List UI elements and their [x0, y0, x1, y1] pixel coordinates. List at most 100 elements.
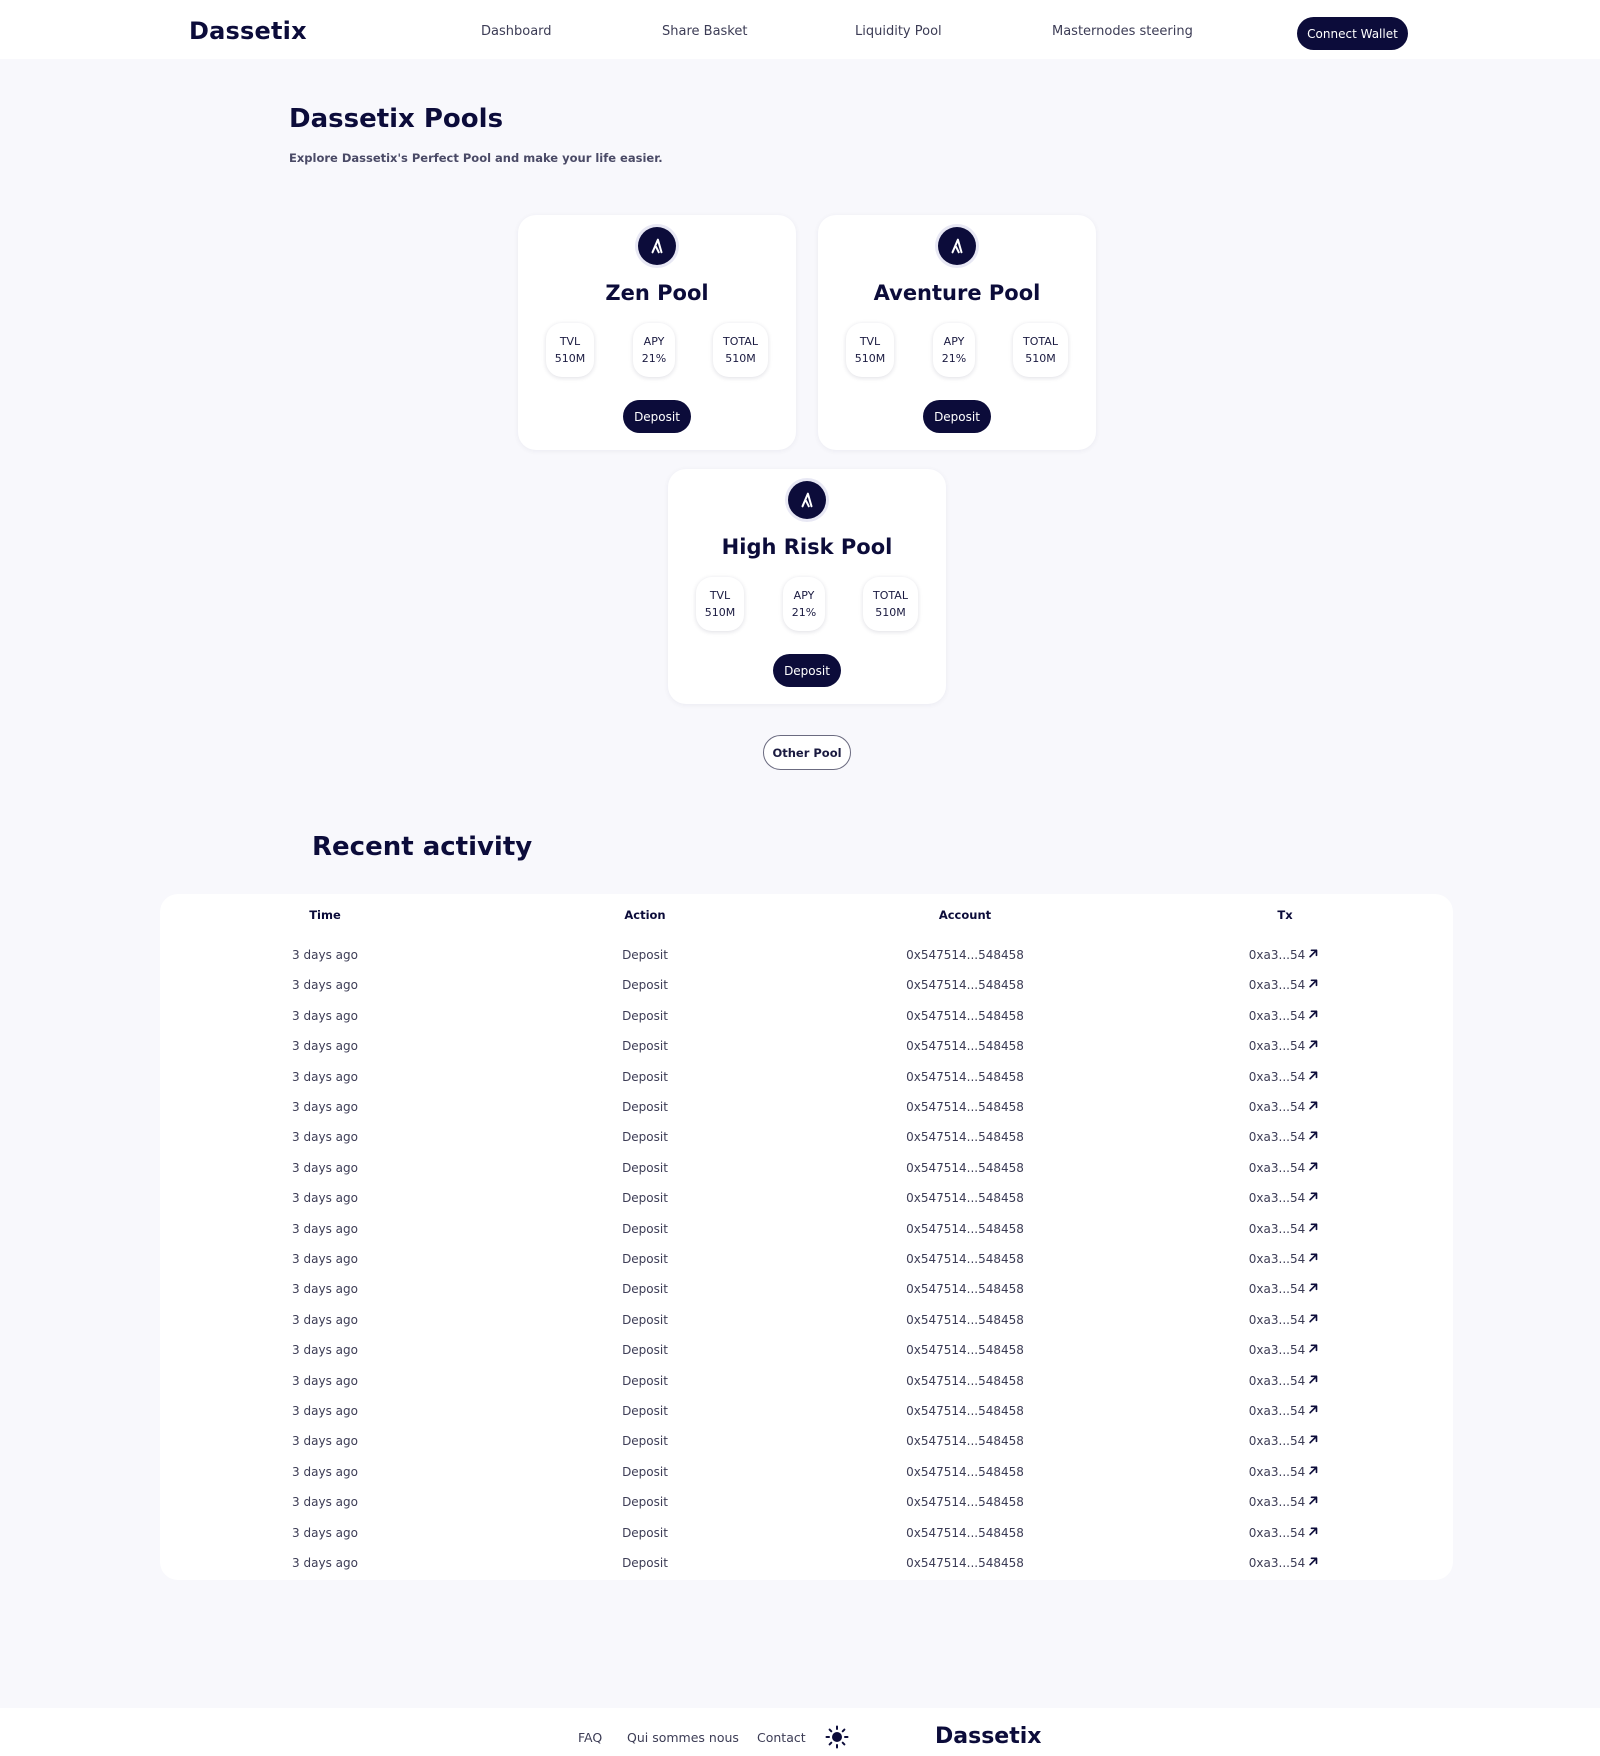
tx-hash: 0xa3...54	[1248, 1434, 1306, 1448]
nav-share-basket[interactable]: Share Basket	[662, 24, 747, 39]
cell-time: 3 days ago	[292, 978, 358, 992]
cell-tx-link[interactable]: 0xa3...54	[1249, 1222, 1319, 1236]
cell-action: Deposit	[622, 948, 668, 962]
cell-tx-link[interactable]: 0xa3...54	[1249, 948, 1319, 962]
cell-account: 0x547514...548458	[906, 1222, 1024, 1236]
cell-tx-link[interactable]: 0xa3...54	[1249, 1100, 1319, 1114]
tx-hash: 0xa3...54	[1248, 1343, 1306, 1357]
stat-label: TVL	[859, 335, 881, 348]
cell-time: 3 days ago	[292, 1343, 358, 1357]
cell-tx-link[interactable]: 0xa3...54	[1249, 1252, 1319, 1266]
stat-apy: APY 21%	[633, 323, 675, 377]
stat-value: 510M	[554, 352, 586, 365]
external-link-arrow-icon	[1308, 1070, 1319, 1084]
column-header-action: Action	[624, 908, 666, 922]
cell-tx-link[interactable]: 0xa3...54	[1249, 1556, 1319, 1570]
external-link-arrow-icon	[1308, 1191, 1319, 1205]
cell-tx-link[interactable]: 0xa3...54	[1249, 1526, 1319, 1540]
cell-action: Deposit	[622, 1222, 668, 1236]
cell-tx-link[interactable]: 0xa3...54	[1249, 1434, 1319, 1448]
cell-action: Deposit	[622, 1374, 668, 1388]
cell-time: 3 days ago	[292, 1404, 358, 1418]
deposit-button[interactable]: Deposit	[623, 400, 691, 433]
cell-time: 3 days ago	[292, 1100, 358, 1114]
cell-action: Deposit	[622, 1039, 668, 1053]
cell-time: 3 days ago	[292, 1222, 358, 1236]
tx-hash: 0xa3...54	[1248, 1161, 1306, 1175]
tx-hash: 0xa3...54	[1248, 1070, 1306, 1084]
cell-tx-link[interactable]: 0xa3...54	[1249, 1404, 1319, 1418]
tx-hash: 0xa3...54	[1248, 1495, 1306, 1509]
cell-tx-link[interactable]: 0xa3...54	[1249, 1161, 1319, 1175]
cell-tx-link[interactable]: 0xa3...54	[1249, 1039, 1319, 1053]
nav-masternodes-steering[interactable]: Masternodes steering	[1052, 24, 1193, 39]
pool-name: High Risk Pool	[721, 535, 893, 559]
deposit-button[interactable]: Deposit	[923, 400, 991, 433]
pool-card-high-risk: High Risk Pool TVL 510M APY 21% TOTAL 51…	[668, 469, 946, 704]
cell-account: 0x547514...548458	[906, 1343, 1024, 1357]
footer-link-about[interactable]: Qui sommes nous	[627, 1730, 739, 1745]
external-link-arrow-icon	[1308, 1009, 1319, 1023]
page-title: Dassetix Pools	[289, 104, 504, 134]
cell-tx-link[interactable]: 0xa3...54	[1249, 1495, 1319, 1509]
cell-tx-link[interactable]: 0xa3...54	[1249, 1191, 1319, 1205]
tx-hash: 0xa3...54	[1248, 948, 1306, 962]
cell-time: 3 days ago	[292, 1282, 358, 1296]
footer-link-faq[interactable]: FAQ	[578, 1730, 602, 1745]
footer-logo[interactable]: Dassetix	[935, 1724, 1041, 1749]
external-link-arrow-icon	[1308, 1100, 1319, 1114]
cell-account: 0x547514...548458	[906, 1161, 1024, 1175]
nav-liquidity-pool[interactable]: Liquidity Pool	[855, 24, 942, 39]
deposit-button[interactable]: Deposit	[773, 654, 841, 687]
stat-total: TOTAL 510M	[1013, 323, 1068, 377]
nav-dashboard[interactable]: Dashboard	[481, 24, 552, 39]
cell-action: Deposit	[622, 1161, 668, 1175]
cell-account: 0x547514...548458	[906, 1495, 1024, 1509]
cell-account: 0x547514...548458	[906, 1130, 1024, 1144]
footer-link-contact[interactable]: Contact	[757, 1730, 806, 1745]
cell-account: 0x547514...548458	[906, 1100, 1024, 1114]
connect-wallet-button[interactable]: Connect Wallet	[1297, 17, 1408, 50]
stat-value: 21%	[941, 352, 967, 365]
sun-icon[interactable]	[825, 1725, 849, 1749]
logo[interactable]: Dassetix	[189, 17, 307, 45]
external-link-arrow-icon	[1308, 1039, 1319, 1053]
cell-action: Deposit	[622, 1465, 668, 1479]
stat-label: APY	[943, 335, 965, 348]
cell-action: Deposit	[622, 1009, 668, 1023]
stat-value: 510M	[725, 352, 756, 365]
cell-tx-link[interactable]: 0xa3...54	[1249, 1009, 1319, 1023]
cell-action: Deposit	[622, 1130, 668, 1144]
cell-tx-link[interactable]: 0xa3...54	[1249, 978, 1319, 992]
tx-hash: 0xa3...54	[1248, 1252, 1306, 1266]
external-link-arrow-icon	[1308, 1526, 1319, 1540]
external-link-arrow-icon	[1308, 1222, 1319, 1236]
external-link-arrow-icon	[1308, 948, 1319, 962]
cell-tx-link[interactable]: 0xa3...54	[1249, 1374, 1319, 1388]
top-nav-bar: Dassetix Dashboard Share Basket Liquidit…	[0, 0, 1600, 59]
cell-tx-link[interactable]: 0xa3...54	[1249, 1313, 1319, 1327]
tx-hash: 0xa3...54	[1248, 1039, 1306, 1053]
external-link-arrow-icon	[1308, 1374, 1319, 1388]
cell-time: 3 days ago	[292, 1434, 358, 1448]
external-link-arrow-icon	[1308, 1313, 1319, 1327]
stat-tvl: TVL 510M	[546, 323, 594, 377]
cell-tx-link[interactable]: 0xa3...54	[1249, 1070, 1319, 1084]
page: Dassetix Dashboard Share Basket Liquidit…	[0, 0, 1600, 1756]
cell-account: 0x547514...548458	[906, 1070, 1024, 1084]
cell-action: Deposit	[622, 1556, 668, 1570]
tx-hash: 0xa3...54	[1248, 1009, 1306, 1023]
cell-account: 0x547514...548458	[906, 1009, 1024, 1023]
cell-time: 3 days ago	[292, 1495, 358, 1509]
cell-time: 3 days ago	[292, 1374, 358, 1388]
cell-tx-link[interactable]: 0xa3...54	[1249, 1343, 1319, 1357]
cell-action: Deposit	[622, 1191, 668, 1205]
cell-tx-link[interactable]: 0xa3...54	[1249, 1130, 1319, 1144]
cell-tx-link[interactable]: 0xa3...54	[1249, 1282, 1319, 1296]
other-pool-button[interactable]: Other Pool	[763, 735, 851, 770]
tx-hash: 0xa3...54	[1248, 1222, 1306, 1236]
cell-time: 3 days ago	[292, 1191, 358, 1205]
tx-hash: 0xa3...54	[1248, 1404, 1306, 1418]
stat-label: TOTAL	[1023, 335, 1058, 348]
cell-tx-link[interactable]: 0xa3...54	[1249, 1465, 1319, 1479]
